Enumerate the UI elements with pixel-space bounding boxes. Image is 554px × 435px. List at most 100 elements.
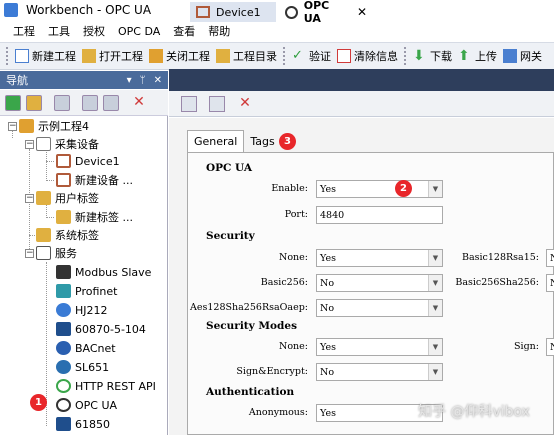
tree-node-system-tags[interactable]: 系统标签: [36, 226, 99, 244]
editor-tab-strip: [169, 69, 554, 91]
mode-none-select[interactable]: Yes ▼: [316, 338, 443, 356]
new-project-button[interactable]: 新建工程: [15, 48, 76, 64]
project-directory-button[interactable]: 工程目录: [216, 48, 277, 64]
aes-select[interactable]: No ▼: [316, 299, 443, 317]
tab-device1[interactable]: Device1: [190, 2, 276, 22]
tree-guide: [46, 180, 54, 181]
iec61850-icon: [56, 417, 71, 431]
menu-license[interactable]: 授权: [83, 23, 105, 39]
editor-toolbar: ✕: [169, 91, 554, 117]
nav-paste-icon[interactable]: [103, 94, 119, 111]
tree-node-opc-ua[interactable]: OPC UA: [56, 396, 117, 414]
menu-help[interactable]: 帮助: [208, 23, 230, 39]
tree-node-devices[interactable]: 采集设备: [36, 135, 99, 153]
menu-tools[interactable]: 工具: [48, 23, 70, 39]
basic256-select[interactable]: No ▼: [316, 274, 443, 292]
sl651-icon: [56, 360, 71, 374]
opcua-settings-area: General Tags 3 OPC UA Enable: Yes ▼ 2 Por…: [169, 118, 554, 435]
verify-button[interactable]: ✓ 验证: [292, 48, 331, 64]
section-security-modes: Security Modes: [206, 320, 297, 332]
nav-add-icon[interactable]: [26, 94, 42, 111]
directory-icon: [216, 49, 230, 63]
open-project-button[interactable]: 打开工程: [82, 48, 143, 64]
download-button[interactable]: ⬇ 下载: [413, 48, 452, 64]
tree-node-user-tags[interactable]: 用户标签: [36, 189, 99, 207]
nav-copy-icon[interactable]: [82, 94, 98, 111]
nav-delete-icon[interactable]: ✕: [131, 95, 147, 111]
tree-node-iec104[interactable]: 60870-5-104: [56, 320, 146, 338]
tree-node-http-rest-api[interactable]: HTTP REST API: [56, 377, 156, 395]
close-tab-icon[interactable]: ✕: [357, 5, 367, 19]
chevron-down-icon: ▼: [428, 181, 442, 197]
tree-collapse-toggle[interactable]: −: [25, 140, 34, 149]
port-input[interactable]: 4840: [316, 206, 443, 224]
aes-label: Aes128Sha256RsaOaep:: [190, 302, 308, 313]
tree-collapse-toggle[interactable]: −: [25, 194, 34, 203]
navigation-toolbar: ✕: [0, 90, 168, 116]
tree-node-services[interactable]: 服务: [36, 244, 77, 262]
chevron-down-icon: ▼: [428, 250, 442, 266]
port-label: Port:: [284, 209, 308, 220]
clear-icon: [337, 49, 351, 63]
tree-node-profinet[interactable]: Profinet: [56, 282, 117, 300]
tree-node-bacnet[interactable]: BACnet: [56, 339, 116, 357]
delete-icon[interactable]: ✕: [237, 95, 253, 112]
new-tag-icon: [56, 210, 71, 224]
upload-button[interactable]: ⬆ 上传: [458, 48, 497, 64]
tree-collapse-toggle[interactable]: −: [25, 249, 34, 258]
sign-encrypt-select[interactable]: No ▼: [316, 363, 443, 381]
tab-opc-ua[interactable]: OPC UA ✕: [279, 0, 373, 25]
enable-select[interactable]: Yes ▼: [316, 180, 443, 198]
tree-node-device1[interactable]: Device1: [56, 152, 120, 170]
tree-guide: [46, 217, 54, 218]
nav-edit-icon[interactable]: [54, 94, 70, 111]
http-icon: [56, 379, 71, 393]
watermark: 知乎 @仰科vibox: [418, 404, 530, 420]
nav-pin-icon[interactable]: ᛘ: [140, 75, 146, 86]
tree-node-project[interactable]: 示例工程4: [19, 117, 89, 135]
new-project-icon: [15, 49, 29, 63]
close-project-button[interactable]: 关闭工程: [149, 48, 210, 64]
gateway-button[interactable]: 网关: [503, 48, 542, 64]
clear-info-button[interactable]: 清除信息: [337, 48, 398, 64]
tree-node-new-tag[interactable]: 新建标签 ...: [56, 208, 133, 226]
nav-grid-icon[interactable]: [5, 94, 21, 111]
sign-select[interactable]: N: [546, 338, 554, 356]
opcua-icon: [56, 398, 71, 412]
tab-general[interactable]: General: [187, 130, 245, 152]
system-tag-icon: [36, 228, 51, 242]
none-select[interactable]: Yes ▼: [316, 249, 443, 267]
basic128-select[interactable]: N: [546, 249, 554, 267]
chevron-down-icon: ▼: [428, 339, 442, 355]
tree-collapse-toggle[interactable]: −: [8, 122, 17, 131]
section-security: Security: [206, 230, 255, 242]
project-icon: [19, 119, 34, 133]
check-icon: ✓: [292, 48, 303, 63]
basic256sha-label: Basic256Sha256:: [455, 277, 539, 288]
close-project-icon: [149, 49, 163, 63]
main-toolbar: 新建工程 打开工程 关闭工程 工程目录 ✓ 验证 清除信息 ⬇ 下载 ⬆ 上传 网关: [0, 42, 554, 70]
properties-icon[interactable]: [209, 95, 225, 112]
mode-none-label: None:: [279, 341, 308, 352]
nav-dropdown-icon[interactable]: ▾: [127, 75, 132, 86]
tree-node-modbus-slave[interactable]: Modbus Slave: [56, 263, 151, 281]
opcua-icon: [285, 5, 298, 19]
save-icon[interactable]: [181, 95, 197, 112]
section-opcua: OPC UA: [206, 162, 253, 174]
tree-node-sl651[interactable]: SL651: [56, 358, 109, 376]
annotation-badge-3: 3: [279, 133, 296, 150]
nav-close-icon[interactable]: ✕: [154, 75, 162, 86]
device-grid-icon: [196, 6, 210, 18]
navigation-title: 导航: [6, 74, 28, 87]
menu-opcda[interactable]: OPC DA: [118, 25, 160, 38]
tree-node-new-device[interactable]: 新建设备 ...: [56, 171, 133, 189]
menu-view[interactable]: 查看: [173, 23, 195, 39]
tree-node-hj212[interactable]: HJ212: [56, 301, 108, 319]
menu-project[interactable]: 工程: [13, 23, 35, 39]
upload-arrow-icon: ⬆: [458, 48, 470, 64]
basic256sha-select[interactable]: N: [546, 274, 554, 292]
chevron-down-icon: ▼: [428, 275, 442, 291]
settings-tabs: General Tags: [187, 130, 281, 152]
tab-tags[interactable]: Tags: [244, 130, 280, 152]
tree-node-61850[interactable]: 61850: [56, 415, 110, 433]
